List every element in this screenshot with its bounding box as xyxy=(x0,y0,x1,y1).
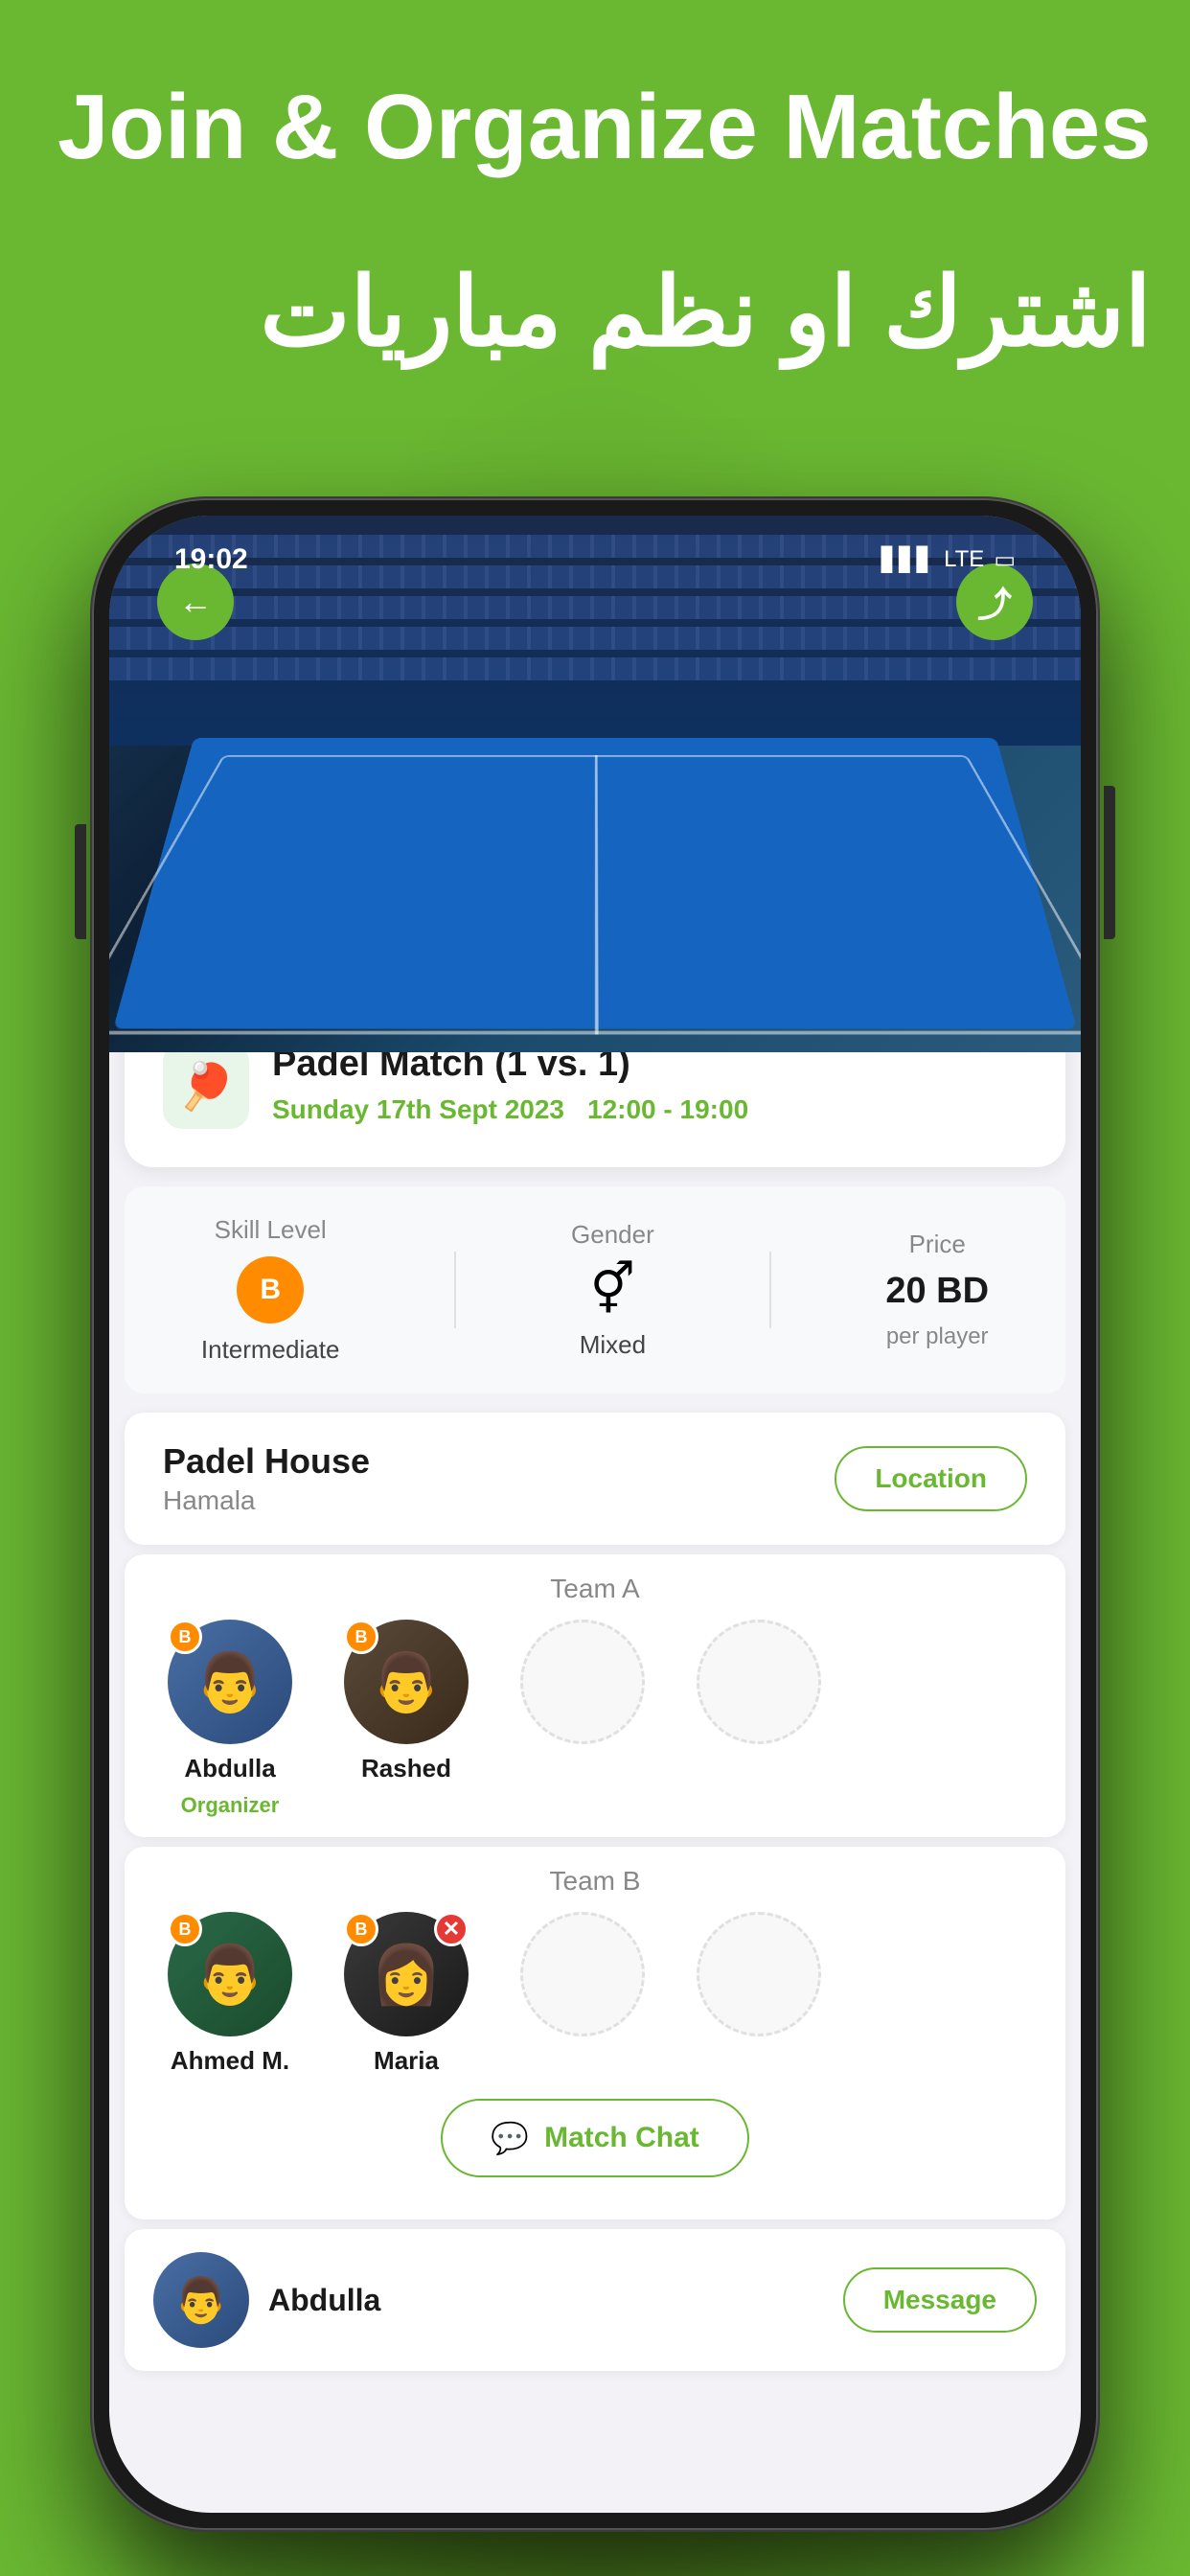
team-a-label: Team A xyxy=(153,1574,1037,1604)
hero-section: Join & Organize Matches اشترك او نظم مبا… xyxy=(57,77,1152,370)
match-title: Padel Match (1 vs. 1) xyxy=(272,1052,748,1087)
divider-2 xyxy=(769,1252,771,1328)
player-slot-maria: 👩 B ✕ Maria xyxy=(330,1912,483,2076)
match-info-card: 🏓 Padel Match (1 vs. 1) Sunday 17th Sept… xyxy=(125,1052,1065,1167)
phone-mockup: 19:02 ▋▋▋ LTE ▭ ← ⤴ xyxy=(92,498,1098,2530)
chat-user: 👨 Abdulla xyxy=(153,2252,380,2348)
price-sub: per player xyxy=(886,1323,989,1350)
gender-text: Mixed xyxy=(580,1330,646,1360)
hero-title-ar: اشترك او نظم مباريات xyxy=(57,255,1152,370)
court-bg xyxy=(113,738,1077,1028)
divider-1 xyxy=(454,1252,456,1328)
phone-frame: 19:02 ▋▋▋ LTE ▭ ← ⤴ xyxy=(92,498,1098,2530)
skill-stat: Skill Level B Intermediate xyxy=(201,1215,340,1365)
empty-slot-b2 xyxy=(682,1912,835,2036)
status-icons: ▋▋▋ LTE ▭ xyxy=(881,546,1016,574)
venue-area: Hamala xyxy=(163,1485,370,1516)
gender-stat: Gender ⚥ Mixed xyxy=(571,1220,654,1360)
location-card: Padel House Hamala Location xyxy=(125,1413,1065,1545)
match-date: Sunday 17th Sept 2023 xyxy=(272,1094,564,1125)
maria-remove-badge: ✕ xyxy=(434,1912,469,1946)
chat-user-name: Abdulla xyxy=(268,2283,380,2318)
hero-title-en: Join & Organize Matches xyxy=(57,77,1152,178)
teams-section: Team A 👨 B Abdulla Organizer xyxy=(125,1554,1065,2220)
gender-icon: ⚥ xyxy=(590,1261,635,1319)
team-b-label: Team B xyxy=(153,1866,1037,1897)
skill-badge: B xyxy=(237,1256,304,1323)
match-stats-card: Skill Level B Intermediate Gender ⚥ Mixe… xyxy=(125,1186,1065,1393)
abdulla-name: Abdulla xyxy=(184,1754,275,1783)
team-b-players: 👨 B Ahmed M. 👩 B xyxy=(153,1912,1037,2076)
rashed-avatar-wrap: 👨 B xyxy=(344,1620,469,1744)
back-icon: ← xyxy=(178,582,213,622)
abdulla-level-badge: B xyxy=(168,1620,202,1654)
empty-slot-a2 xyxy=(682,1620,835,1744)
match-time: 12:00 - 19:00 xyxy=(587,1094,748,1125)
empty-slot-a1 xyxy=(506,1620,659,1744)
location-info: Padel House Hamala xyxy=(163,1441,370,1516)
venue-name: Padel House xyxy=(163,1441,370,1482)
chat-icon: 💬 xyxy=(491,2120,529,2156)
status-bar: 19:02 ▋▋▋ LTE ▭ xyxy=(126,533,1064,586)
team-a-players: 👨 B Abdulla Organizer 👨 xyxy=(153,1620,1037,1818)
player-slot-ahmed: 👨 B Ahmed M. xyxy=(153,1912,307,2076)
skill-label: Skill Level xyxy=(215,1215,327,1245)
ahmed-level-badge: B xyxy=(168,1912,202,1946)
price-label: Price xyxy=(909,1230,966,1259)
location-button[interactable]: Location xyxy=(835,1446,1027,1511)
chat-user-avatar: 👨 xyxy=(153,2252,249,2348)
signal-icon: ▋▋▋ xyxy=(881,546,934,574)
player-slot-abdulla: 👨 B Abdulla Organizer xyxy=(153,1620,307,1818)
match-hero-image: 19:02 ▋▋▋ LTE ▭ ← ⤴ xyxy=(109,516,1081,1052)
bottom-chat-row: 👨 Abdulla Message xyxy=(125,2229,1065,2371)
price-stat: Price 20 BD per player xyxy=(885,1230,989,1350)
abdulla-organizer-tag: Organizer xyxy=(181,1793,280,1818)
empty-slot-b1 xyxy=(506,1912,659,2036)
match-chat-label: Match Chat xyxy=(544,2122,699,2154)
team-b-card: Team B 👨 B Ahmed M. xyxy=(125,1847,1065,2220)
maria-avatar-wrap: 👩 B ✕ xyxy=(344,1912,469,2036)
rashed-name: Rashed xyxy=(361,1754,451,1783)
screen-content[interactable]: 🏓 Padel Match (1 vs. 1) Sunday 17th Sept… xyxy=(109,1052,1081,2513)
battery-icon: ▭ xyxy=(994,546,1016,574)
price-value: 20 BD xyxy=(885,1271,989,1312)
match-chat-button[interactable]: 💬 Match Chat xyxy=(441,2099,749,2177)
message-button[interactable]: Message xyxy=(843,2267,1037,2333)
ahmed-avatar-wrap: 👨 B xyxy=(168,1912,292,2036)
skill-text: Intermediate xyxy=(201,1335,340,1365)
team-a-card: Team A 👨 B Abdulla Organizer xyxy=(125,1554,1065,1837)
ahmed-name: Ahmed M. xyxy=(171,2046,289,2076)
court-visual xyxy=(109,516,1081,1052)
maria-level-badge: B xyxy=(344,1912,378,1946)
empty-avatar-b2 xyxy=(697,1912,821,2036)
phone-screen: 19:02 ▋▋▋ LTE ▭ ← ⤴ xyxy=(109,516,1081,2513)
rashed-level-badge: B xyxy=(344,1620,378,1654)
gender-label: Gender xyxy=(571,1220,654,1250)
empty-avatar-b1 xyxy=(520,1912,645,2036)
empty-avatar-a1 xyxy=(520,1620,645,1744)
abdulla-avatar-wrap: 👨 B xyxy=(168,1620,292,1744)
player-slot-rashed: 👨 B Rashed xyxy=(330,1620,483,1783)
match-sport-icon: 🏓 xyxy=(163,1052,249,1129)
status-time: 19:02 xyxy=(174,543,248,576)
empty-avatar-a2 xyxy=(697,1620,821,1744)
network-type: LTE xyxy=(944,546,984,573)
maria-name: Maria xyxy=(374,2046,439,2076)
